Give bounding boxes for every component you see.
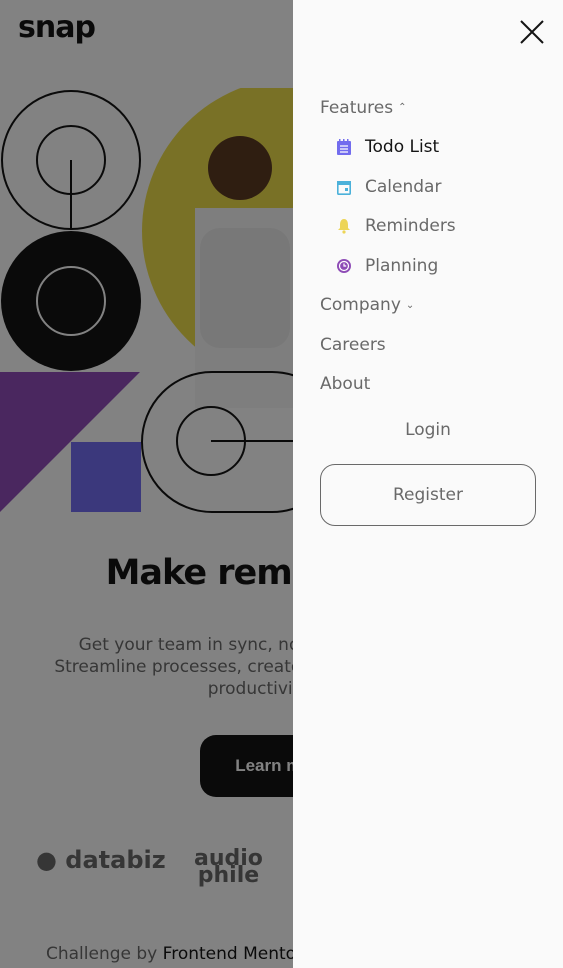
calendar-icon <box>337 180 351 195</box>
nav-item-label: Calendar <box>365 176 442 197</box>
todo-icon <box>337 139 351 156</box>
register-button[interactable]: Register <box>320 464 536 526</box>
nav-item-planning[interactable]: Planning <box>320 246 456 286</box>
clock-icon <box>337 258 351 273</box>
nav-item-label: Reminders <box>365 216 456 237</box>
login-link[interactable]: Login <box>320 420 536 440</box>
mobile-nav-drawer: Features ⌃ Todo List Calendar Reminders P… <box>293 0 563 968</box>
nav-item-label: Planning <box>365 255 439 276</box>
nav-company-label: Company <box>320 295 401 316</box>
nav-item-reminders[interactable]: Reminders <box>320 207 456 247</box>
chevron-up-icon: ⌃ <box>398 102 407 114</box>
nav-item-calendar[interactable]: Calendar <box>320 167 456 207</box>
nav-about[interactable]: About <box>320 365 456 405</box>
close-icon[interactable] <box>518 18 546 46</box>
nav-item-label: Todo List <box>365 137 440 158</box>
nav-features-label: Features <box>320 97 394 118</box>
nav-item-todo-list[interactable]: Todo List <box>320 128 456 168</box>
chevron-down-icon: ⌄ <box>405 299 415 311</box>
nav-careers[interactable]: Careers <box>320 325 456 365</box>
nav-features[interactable]: Features ⌃ <box>320 88 456 128</box>
bell-icon <box>338 219 350 234</box>
nav-company[interactable]: Company ⌄ <box>320 286 456 326</box>
